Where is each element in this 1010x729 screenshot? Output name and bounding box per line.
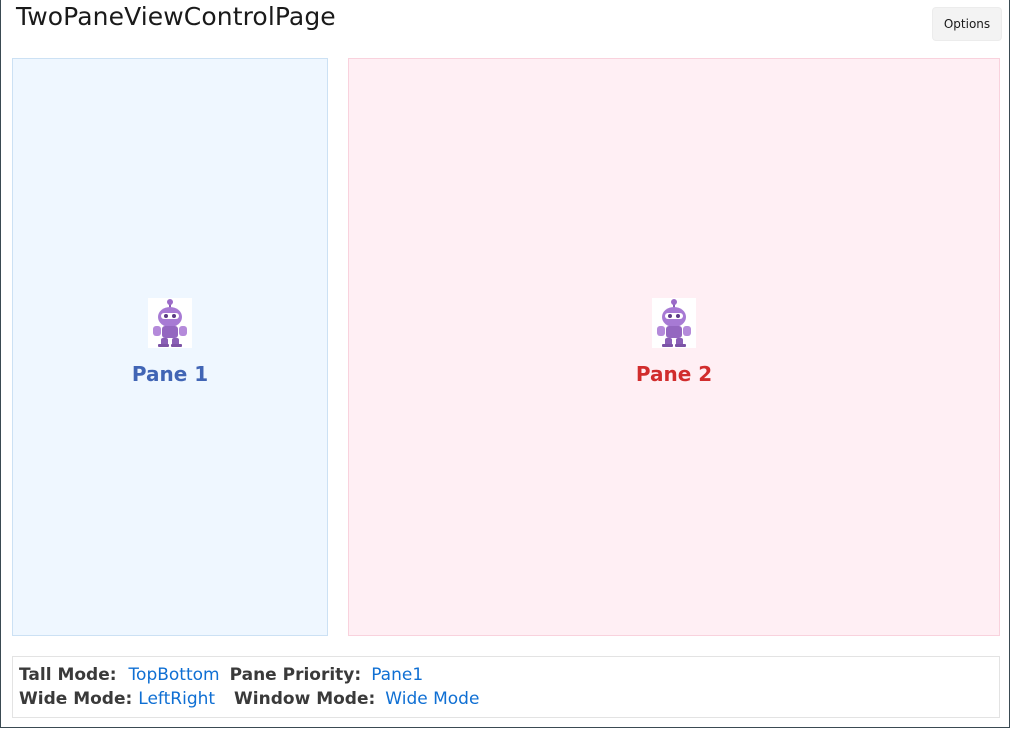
tall-mode-label: Tall Mode: xyxy=(19,665,117,685)
pane-priority-label: Pane Priority: xyxy=(229,665,362,685)
pane-2-label: Pane 2 xyxy=(635,362,713,386)
status-row-2: Wide Mode: LeftRight Window Mode: Wide M… xyxy=(19,689,479,709)
pane-2: Pane 2 xyxy=(348,58,1000,636)
pane-1-label: Pane 1 xyxy=(131,362,209,386)
pane-1: Pane 1 xyxy=(12,58,328,636)
status-panel: Tall Mode: TopBottom Pane Priority: Pane… xyxy=(12,656,1000,718)
window-mode-value: Wide Mode xyxy=(385,689,480,709)
robot-mascot-icon xyxy=(652,298,696,348)
pane-priority-value: Pane1 xyxy=(371,665,424,685)
wide-mode-value: LeftRight xyxy=(138,689,216,709)
page-title: TwoPaneViewControlPage xyxy=(16,2,336,31)
wide-mode-label: Wide Mode: xyxy=(19,689,133,709)
options-button[interactable]: Options xyxy=(932,7,1002,41)
window-frame: TwoPaneViewControlPage Options Pane 1 Pa… xyxy=(0,0,1010,728)
tall-mode-value: TopBottom xyxy=(128,665,220,685)
window-mode-label: Window Mode: xyxy=(234,689,376,709)
status-row-1: Tall Mode: TopBottom Pane Priority: Pane… xyxy=(19,665,423,685)
robot-mascot-icon xyxy=(148,298,192,348)
